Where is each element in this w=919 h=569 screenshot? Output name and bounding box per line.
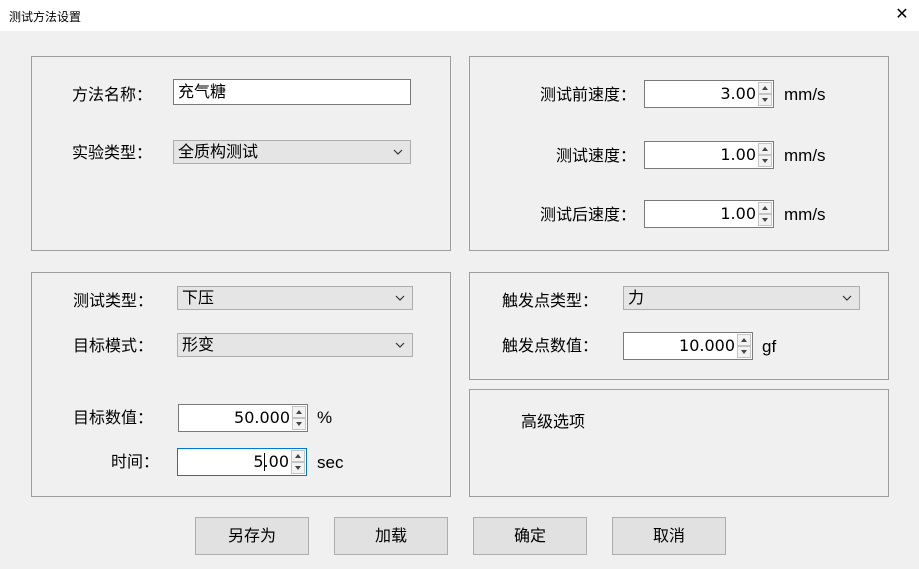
advanced-options-label[interactable]: 高级选项	[521, 412, 585, 432]
test-speed-unit: mm/s	[784, 146, 826, 165]
post-test-speed-label: 测试后速度：	[539, 205, 636, 224]
arrow-up-icon[interactable]	[758, 202, 772, 214]
close-icon[interactable]: ✕	[893, 5, 911, 23]
save-as-button[interactable]: 另存为	[195, 517, 309, 555]
arrow-down-icon[interactable]	[758, 155, 772, 167]
pre-test-speed-value: 3.00	[720, 84, 756, 103]
chevron-down-icon	[841, 287, 853, 309]
chevron-down-icon	[392, 141, 404, 163]
chevron-down-icon	[394, 334, 406, 356]
experiment-type-label: 实验类型：	[72, 143, 153, 162]
arrow-up-icon[interactable]	[292, 406, 306, 418]
advanced-group	[469, 389, 889, 497]
target-mode-select[interactable]: 形变	[177, 333, 413, 357]
method-name-value: 充气糖	[178, 82, 227, 101]
arrow-up-icon[interactable]	[758, 82, 772, 94]
test-type-select[interactable]: 下压	[177, 286, 413, 310]
post-test-speed-value: 1.00	[720, 204, 756, 223]
test-speed-label: 测试速度：	[555, 146, 636, 165]
experiment-type-value: 全质构测试	[178, 142, 259, 161]
experiment-type-select[interactable]: 全质构测试	[173, 140, 411, 164]
target-mode-value: 形变	[182, 335, 215, 354]
ok-button[interactable]: 确定	[473, 517, 587, 555]
arrow-down-icon[interactable]	[758, 214, 772, 226]
arrow-down-icon[interactable]	[292, 418, 306, 430]
time-unit: sec	[317, 453, 344, 472]
trigger-value-spinbox[interactable]: 10.000	[623, 332, 753, 360]
arrow-down-icon[interactable]	[758, 94, 772, 106]
time-value[interactable]: 5.00	[178, 449, 292, 475]
arrow-up-icon[interactable]	[737, 334, 751, 346]
chevron-down-icon	[394, 287, 406, 309]
post-test-speed-unit: mm/s	[784, 205, 826, 224]
load-button[interactable]: 加载	[334, 517, 448, 555]
arrow-up-icon[interactable]	[758, 143, 772, 155]
method-name-label: 方法名称：	[72, 85, 153, 104]
test-type-value: 下压	[182, 288, 215, 307]
method-name-input[interactable]: 充气糖	[173, 79, 411, 105]
target-mode-label: 目标模式：	[73, 336, 154, 355]
text-caret	[264, 453, 265, 471]
trigger-value-unit: gf	[762, 337, 777, 356]
title-bar: 测试方法设置 ✕	[0, 0, 919, 31]
trigger-type-value: 力	[628, 288, 645, 307]
pre-test-speed-label: 测试前速度：	[539, 85, 636, 104]
time-spinbox[interactable]: 5.00	[177, 448, 307, 476]
pre-test-speed-spinbox[interactable]: 3.00	[644, 80, 774, 108]
trigger-value-label: 触发点数值：	[502, 336, 599, 355]
test-type-label: 测试类型：	[73, 291, 154, 310]
target-value-value: 50.000	[234, 408, 290, 427]
time-label: 时间：	[110, 452, 159, 471]
target-value-unit: %	[317, 408, 333, 427]
test-speed-spinbox[interactable]: 1.00	[644, 141, 774, 169]
cancel-button[interactable]: 取消	[612, 517, 726, 555]
window-title: 测试方法设置	[9, 10, 82, 24]
arrow-down-icon[interactable]	[291, 462, 305, 474]
trigger-value-value: 10.000	[679, 336, 735, 355]
trigger-type-label: 触发点类型：	[502, 291, 599, 310]
post-test-speed-spinbox[interactable]: 1.00	[644, 200, 774, 228]
pre-test-speed-unit: mm/s	[784, 85, 826, 104]
trigger-type-select[interactable]: 力	[623, 286, 860, 310]
arrow-down-icon[interactable]	[737, 346, 751, 358]
target-value-label: 目标数值：	[73, 408, 154, 427]
target-value-spinbox[interactable]: 50.000	[178, 404, 308, 432]
arrow-up-icon[interactable]	[291, 450, 305, 462]
test-speed-value: 1.00	[720, 145, 756, 164]
